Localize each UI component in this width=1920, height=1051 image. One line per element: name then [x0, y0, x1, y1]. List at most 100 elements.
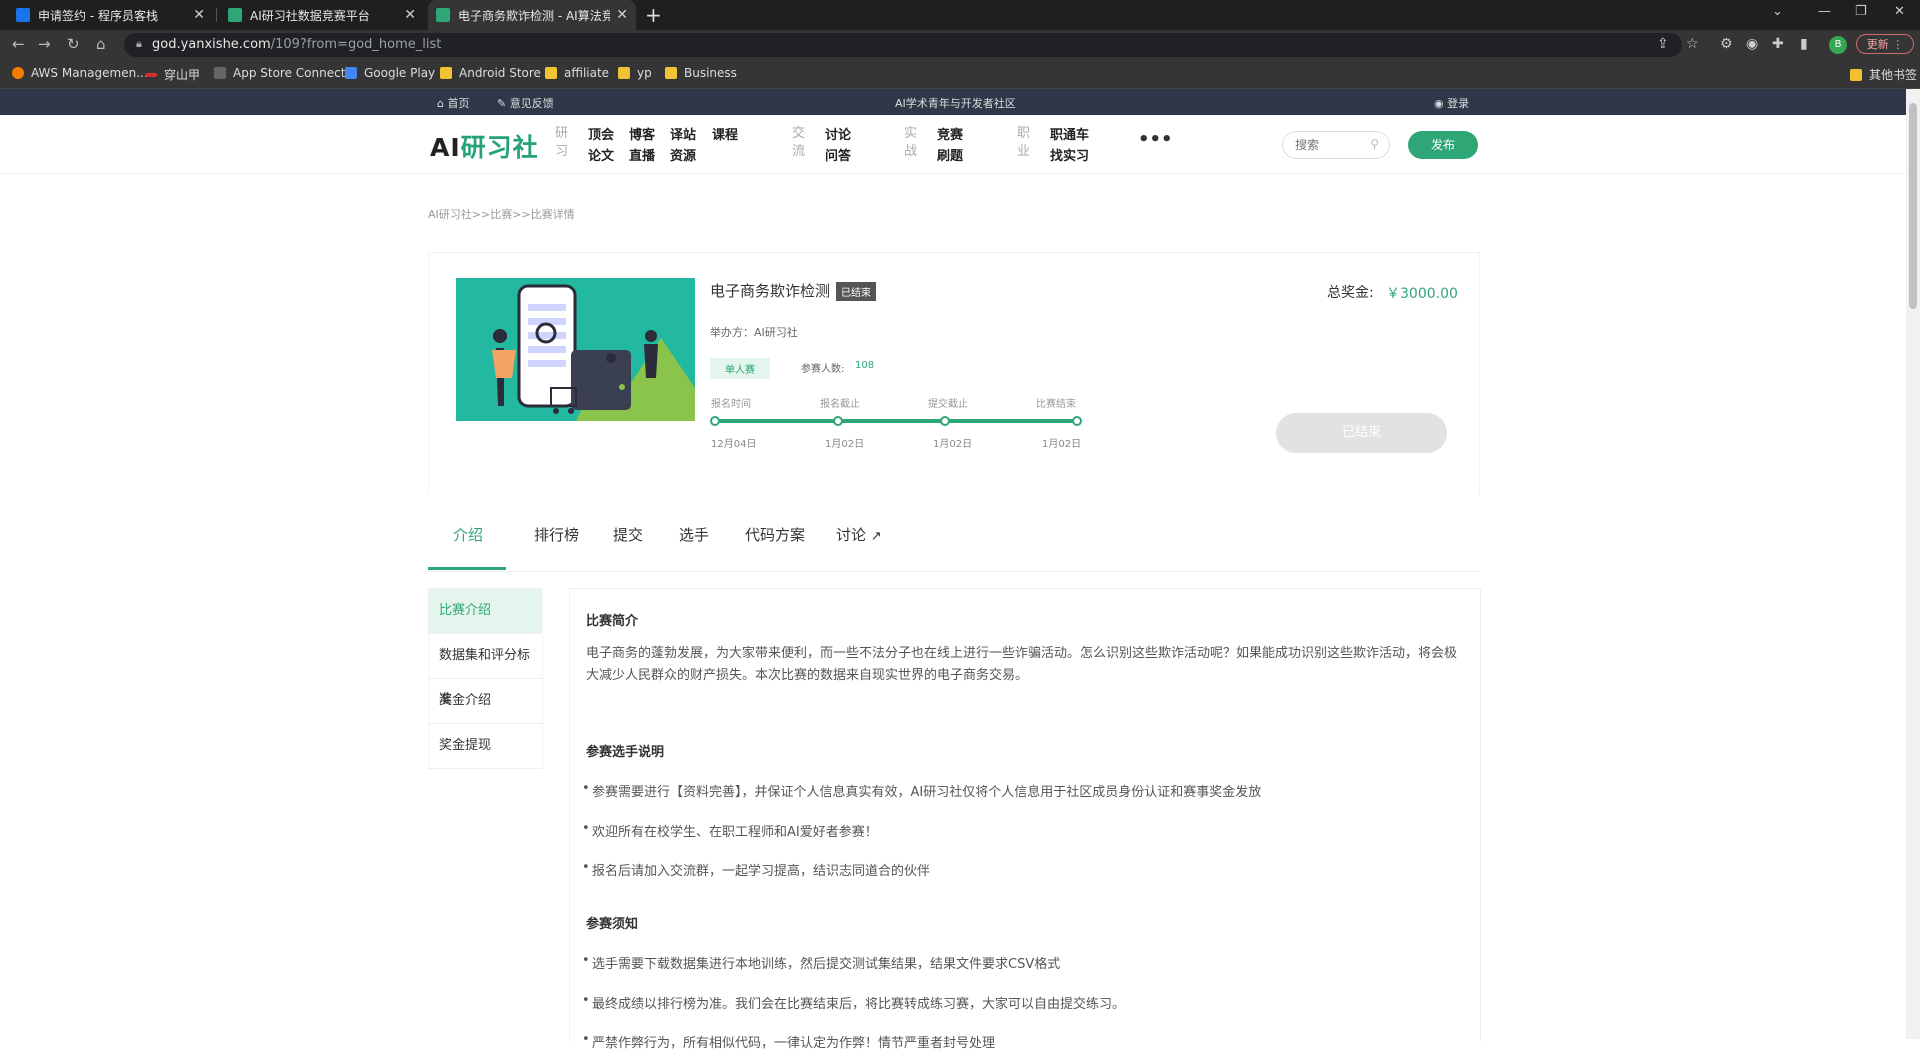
back-arrow-icon[interactable]: ←	[12, 35, 25, 53]
site-slogan: AI学术青年与开发者社区	[895, 97, 1016, 110]
folder-icon	[440, 67, 452, 79]
nav-link-papers[interactable]: 论文	[588, 146, 614, 167]
list-item: 选手需要下载数据集进行本地训练，然后提交测试集结果，结果文件要求CSV格式	[582, 953, 1060, 972]
tab-submit[interactable]: 提交	[613, 524, 643, 545]
bookmark-label: Android Store	[459, 66, 541, 80]
bookmark-folder[interactable]: Android Store	[440, 66, 541, 80]
nav-link-qa[interactable]: 问答	[825, 146, 851, 167]
scrollbar-thumb[interactable]	[1909, 103, 1917, 309]
bookmark-item[interactable]: 穿山甲	[145, 66, 200, 83]
publish-button[interactable]: 发布	[1408, 131, 1478, 159]
section-title-notes: 参赛选手说明	[586, 745, 665, 760]
bookmark-folder[interactable]: Business	[665, 66, 737, 80]
nav-link-conference[interactable]: 顶会	[588, 125, 614, 146]
user-icon: ◉	[1434, 97, 1444, 110]
nav-category-career: 职业	[1017, 126, 1031, 159]
nav-category-practice: 实战	[904, 126, 918, 159]
side-panel-icon[interactable]: ▮	[1800, 36, 1808, 52]
timeline-dot	[833, 416, 843, 426]
tab-leaderboard[interactable]: 排行榜	[534, 524, 579, 545]
site-search[interactable]: ⚲	[1282, 131, 1390, 159]
close-icon[interactable]: ✕	[404, 7, 416, 23]
feedback-link[interactable]: ✎ 意见反馈	[497, 95, 554, 111]
timeline-dot	[1072, 416, 1082, 426]
active-tab-underline	[428, 567, 506, 570]
bookmark-label: 其他书签	[1869, 68, 1918, 82]
timeline-label: 比赛结束	[1036, 399, 1076, 410]
nav-link-resources[interactable]: 资源	[670, 146, 696, 167]
nav-link-internship[interactable]: 找实习	[1050, 146, 1089, 167]
nav-link-discussion[interactable]: 讨论	[825, 125, 851, 146]
folder-icon	[618, 67, 630, 79]
section-title-intro: 比赛简介	[586, 614, 639, 629]
ecommerce-illustration	[456, 278, 695, 421]
bookmark-item[interactable]: AWS Managemen...	[12, 66, 148, 80]
timeline-date: 12月04日	[711, 439, 757, 450]
sidebar-item-competition-intro[interactable]: 比赛介绍	[428, 588, 543, 634]
other-bookmarks[interactable]: 其他书签	[1850, 66, 1917, 83]
minimize-icon[interactable]: —	[1818, 4, 1831, 19]
tab-players[interactable]: 选手	[679, 524, 709, 545]
browser-tab-active[interactable]: 电子商务欺诈检测 - AI算法竞赛 ✕	[428, 0, 636, 30]
intro-sidebar: 比赛介绍 数据集和评分标准 奖金介绍 奖金提现	[428, 588, 543, 769]
tab-intro[interactable]: 介绍	[453, 524, 483, 545]
aws-icon	[12, 67, 24, 79]
timeline-label: 提交截止	[928, 399, 968, 410]
new-tab-plus-icon[interactable]: +	[645, 3, 662, 27]
bookmark-label: App Store Connect	[233, 66, 346, 80]
competition-ended-button[interactable]: 已结束	[1276, 413, 1447, 453]
folder-icon	[545, 67, 557, 79]
login-label: 登录	[1447, 97, 1470, 110]
nav-link-live[interactable]: 直播	[629, 146, 655, 167]
browser-tab[interactable]: 申请签约 - 程序员客栈 ✕	[8, 0, 213, 30]
prize-value: ￥3000.00	[1386, 286, 1458, 302]
login-link[interactable]: ◉ 登录	[1434, 95, 1469, 111]
browser-tab[interactable]: AI研习社数据竞赛平台 ✕	[220, 0, 424, 30]
update-label: 更新	[1866, 38, 1889, 51]
url-text[interactable]: god.yanxishe.com/109?from=god_home_list	[152, 37, 441, 52]
feedback-label: 意见反馈	[509, 97, 554, 110]
nav-link-courses[interactable]: 课程	[712, 125, 738, 146]
more-menu-icon[interactable]: •••	[1138, 129, 1173, 150]
bookmark-item[interactable]: Google Play	[345, 66, 435, 80]
nav-link-competitions[interactable]: 竞赛	[937, 125, 963, 146]
tab-discussion[interactable]: 讨论 ↗	[836, 524, 882, 545]
star-icon[interactable]: ☆	[1686, 36, 1699, 52]
bookmark-folder[interactable]: affiliate	[545, 66, 609, 80]
breadcrumb[interactable]: AI研习社>>比赛>>比赛详情	[428, 206, 575, 222]
close-icon[interactable]: ✕	[193, 7, 205, 23]
status-badge: 已结束	[836, 282, 876, 301]
site-logo[interactable]: AI研习社	[430, 128, 539, 164]
chevron-down-icon[interactable]: ⌄	[1772, 4, 1783, 19]
extension-icon[interactable]: ◉	[1746, 36, 1758, 52]
nav-link-exercises[interactable]: 刷题	[937, 146, 963, 167]
bookmark-item[interactable]: App Store Connect	[214, 66, 345, 80]
home-link[interactable]: ⌂ 首页	[437, 95, 469, 111]
nav-link-jobs[interactable]: 职通车	[1050, 125, 1089, 146]
reload-icon[interactable]: ↻	[67, 35, 80, 53]
search-input[interactable]	[1293, 137, 1367, 153]
timeline-label: 报名时间	[711, 399, 751, 410]
restore-icon[interactable]: ❐	[1855, 4, 1867, 19]
puzzle-icon[interactable]: ✚	[1772, 36, 1784, 52]
nav-column: 职通车 找实习	[1050, 125, 1089, 167]
nav-link-translation[interactable]: 译站	[670, 125, 696, 146]
sidebar-item-dataset-scoring[interactable]: 数据集和评分标准	[428, 634, 543, 707]
update-button[interactable]: 更新 ⋮	[1856, 34, 1914, 54]
extension-icon[interactable]: ⚙	[1720, 36, 1733, 52]
close-icon[interactable]: ✕	[616, 7, 628, 23]
sidebar-item-prize-intro[interactable]: 奖金介绍	[428, 679, 543, 724]
lock-icon[interactable]: 🔒︎	[136, 37, 142, 51]
sidebar-item-prize-withdraw[interactable]: 奖金提现	[428, 724, 543, 769]
forward-arrow-icon[interactable]: →	[38, 35, 51, 53]
share-icon[interactable]: ⇪	[1657, 36, 1669, 52]
timeline-dot	[940, 416, 950, 426]
search-icon[interactable]: ⚲	[1370, 137, 1379, 151]
bookmarks-bar: AWS Managemen... 穿山甲 App Store Connect G…	[0, 60, 1920, 89]
tab-code-solutions[interactable]: 代码方案	[745, 524, 805, 545]
nav-link-blog[interactable]: 博客	[629, 125, 655, 146]
bookmark-folder[interactable]: yp	[618, 66, 652, 80]
window-close-icon[interactable]: ✕	[1894, 4, 1905, 19]
profile-avatar[interactable]: B	[1829, 36, 1847, 54]
home-icon[interactable]: ⌂	[96, 35, 106, 53]
